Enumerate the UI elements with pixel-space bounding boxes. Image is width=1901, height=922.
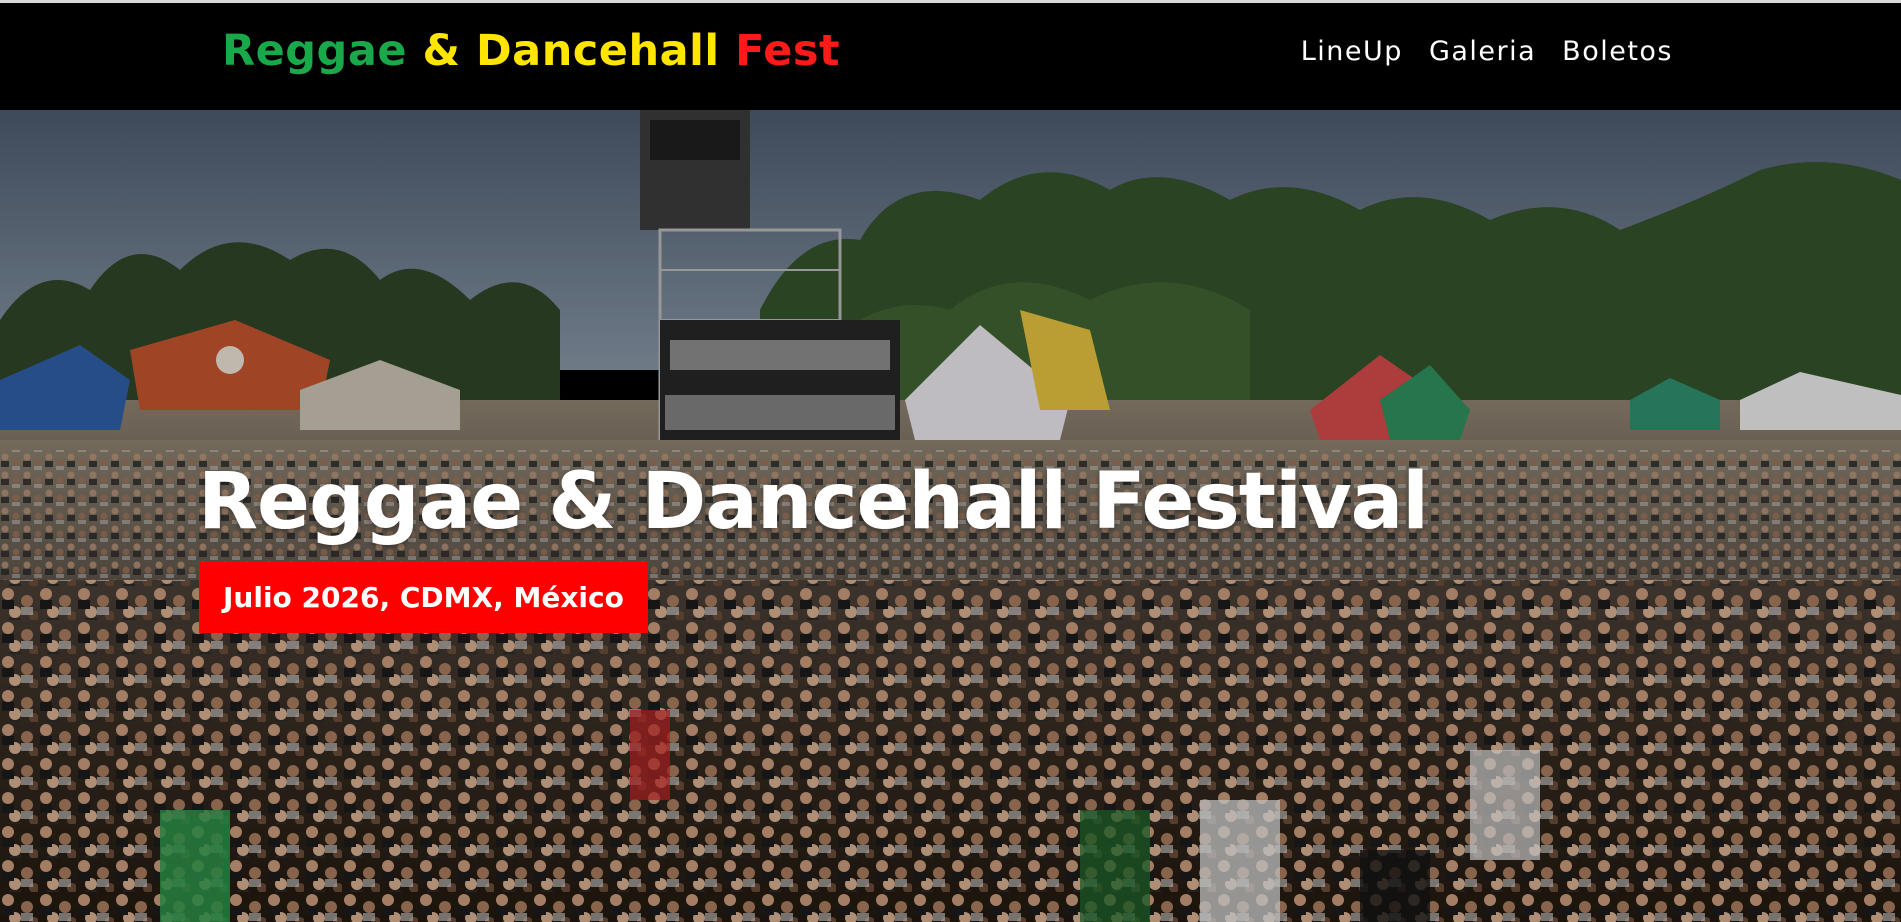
page: Reggae & Dancehall Fest LineUp Galeria B… <box>0 0 1901 922</box>
nav-link-lineup[interactable]: LineUp <box>1301 36 1403 68</box>
logo-word-ampersand: & <box>422 26 461 76</box>
logo-word-dancehall: Dancehall <box>475 26 720 76</box>
hero-title: Reggae & Dancehall Festival <box>198 457 1429 547</box>
nav-link-boletos[interactable]: Boletos <box>1562 36 1673 68</box>
hero-date-badge: Julio 2026, CDMX, México <box>199 562 648 633</box>
header-top-line <box>0 0 1901 3</box>
site-logo[interactable]: Reggae & Dancehall Fest <box>222 26 840 78</box>
nav-link-galeria[interactable]: Galeria <box>1429 36 1536 68</box>
hero-section: Reggae & Dancehall Festival Julio 2026, … <box>0 110 1901 922</box>
logo-word-fest: Fest <box>735 26 841 76</box>
logo-word-reggae: Reggae <box>222 26 408 76</box>
site-header: Reggae & Dancehall Fest LineUp Galeria B… <box>0 0 1901 110</box>
main-nav: LineUp Galeria Boletos <box>1301 36 1673 68</box>
